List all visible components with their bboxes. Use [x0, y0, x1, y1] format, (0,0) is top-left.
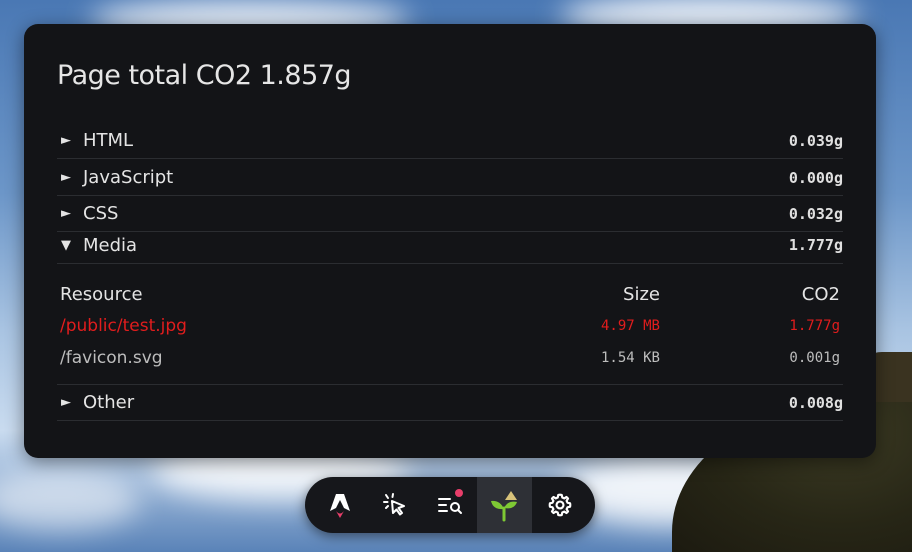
table-header: Resource Size CO2: [60, 278, 840, 310]
table-row: /public/test.jpg 4.97 MB 1.777g: [60, 310, 840, 342]
section-other[interactable]: ► Other 0.008g: [57, 385, 843, 421]
inspect-button[interactable]: [368, 477, 423, 533]
page-title: Page total CO2 1.857g: [57, 60, 352, 91]
header-co2: CO2: [801, 283, 840, 305]
header-size: Size: [623, 283, 660, 305]
co2-panel: Page total CO2 1.857g ► HTML 0.039g ► Ja…: [24, 24, 876, 458]
expand-arrow-icon: ►: [61, 395, 71, 410]
header-resource: Resource: [60, 283, 143, 305]
astro-logo-icon: [330, 494, 351, 518]
resource-size: 1.54 KB: [600, 350, 660, 366]
settings-gear-icon: [548, 493, 571, 517]
section-label: Other: [83, 392, 135, 413]
section-value: 1.777g: [788, 236, 843, 254]
section-label: HTML: [83, 130, 134, 151]
dev-toolbar: [305, 477, 595, 533]
resource-co2: 0.001g: [789, 350, 840, 366]
resource-path: /public/test.jpg: [60, 316, 187, 336]
audit-button[interactable]: [423, 477, 478, 533]
section-value: 0.000g: [788, 168, 843, 187]
section-label: Media: [83, 234, 138, 256]
resource-co2: 1.777g: [789, 318, 840, 334]
collapse-arrow-icon: ▼: [61, 237, 71, 253]
section-html[interactable]: ► HTML 0.039g: [57, 123, 843, 159]
co2-app-button[interactable]: [477, 477, 533, 533]
section-javascript[interactable]: ► JavaScript 0.000g: [57, 160, 843, 196]
resource-path: /favicon.svg: [60, 348, 163, 368]
section-value: 0.008g: [788, 393, 843, 412]
media-resource-table: Resource Size CO2 /public/test.jpg 4.97 …: [60, 278, 840, 374]
astro-menu-button[interactable]: [313, 477, 368, 533]
section-label: CSS: [83, 203, 119, 224]
divider: [57, 263, 843, 264]
settings-button[interactable]: [532, 477, 587, 533]
section-label: JavaScript: [83, 167, 174, 188]
section-value: 0.032g: [788, 204, 843, 223]
expand-arrow-icon: ►: [61, 170, 71, 185]
resource-size: 4.97 MB: [600, 318, 660, 334]
expand-arrow-icon: ►: [61, 206, 71, 221]
cursor-click-icon: [383, 493, 406, 516]
section-value: 0.039g: [788, 131, 843, 150]
sprout-icon: [490, 491, 517, 522]
section-media[interactable]: ▼ Media 1.777g: [57, 227, 843, 263]
expand-arrow-icon: ►: [61, 133, 71, 148]
table-row: /favicon.svg 1.54 KB 0.001g: [60, 342, 840, 374]
